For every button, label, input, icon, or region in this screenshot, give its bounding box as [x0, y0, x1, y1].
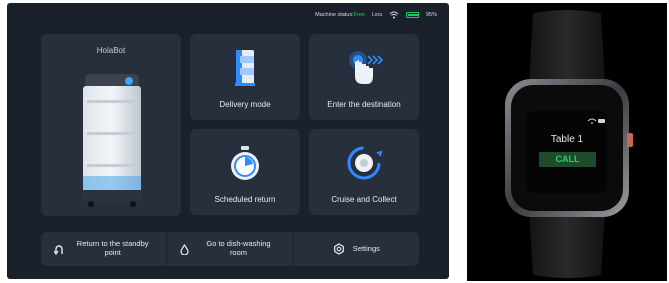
battery-icon: [405, 12, 419, 18]
return-standby-label: Return to the standby point: [76, 239, 149, 257]
scheduled-return-label: Scheduled return: [214, 195, 276, 204]
cruise-loop-icon: [347, 146, 383, 180]
lora-label: Lora: [371, 12, 382, 18]
call-button[interactable]: CALL: [539, 152, 596, 167]
status-bar: Machine status:Free Lora 95%: [315, 9, 437, 21]
enter-destination-label: Enter the destination: [327, 100, 401, 109]
settings-label: Settings: [352, 243, 380, 253]
cruise-and-collect-label: Cruise and Collect: [331, 195, 397, 204]
return-standby-button[interactable]: Return to the standby point: [41, 232, 166, 266]
bottom-action-bar: Return to the standby point Go to dish-w…: [41, 232, 419, 266]
water-drop-icon: [180, 243, 190, 255]
scheduled-return-card[interactable]: Scheduled return: [190, 129, 300, 215]
tap-hand-icon: [349, 51, 384, 84]
stopwatch-icon: [231, 146, 259, 180]
gear-icon: [333, 243, 344, 255]
dishwashing-room-button[interactable]: Go to dish-washing room: [166, 232, 292, 266]
enter-destination-card[interactable]: Enter the destination: [309, 34, 419, 120]
watch-screen: Table 1 CALL: [528, 116, 606, 186]
cruise-and-collect-card[interactable]: Cruise and Collect: [309, 129, 419, 215]
robot-tablet-screen: Machine status:Free Lora 95% HolaBot Del…: [7, 3, 449, 279]
delivery-robot-icon: [235, 50, 255, 86]
machine-status-value: Free: [353, 12, 365, 18]
machine-status-label: Machine status:: [315, 12, 354, 18]
delivery-mode-label: Delivery mode: [219, 100, 271, 109]
watch-table-title: Table 1: [550, 134, 584, 145]
robot-image: [81, 74, 143, 207]
dishwashing-room-label: Go to dish-washing room: [206, 239, 271, 257]
robot-card: HolaBot: [41, 34, 181, 216]
wifi-icon: [389, 11, 399, 19]
machine-status: Machine status:Free: [315, 12, 365, 18]
smart-watch-panel: Table 1 CALL: [467, 3, 667, 281]
battery-percent: 95%: [425, 12, 437, 18]
settings-button[interactable]: Settings: [292, 232, 419, 266]
robot-name: HolaBot: [96, 46, 126, 55]
delivery-mode-card[interactable]: Delivery mode: [190, 34, 300, 120]
return-arrow-icon: [53, 244, 63, 255]
